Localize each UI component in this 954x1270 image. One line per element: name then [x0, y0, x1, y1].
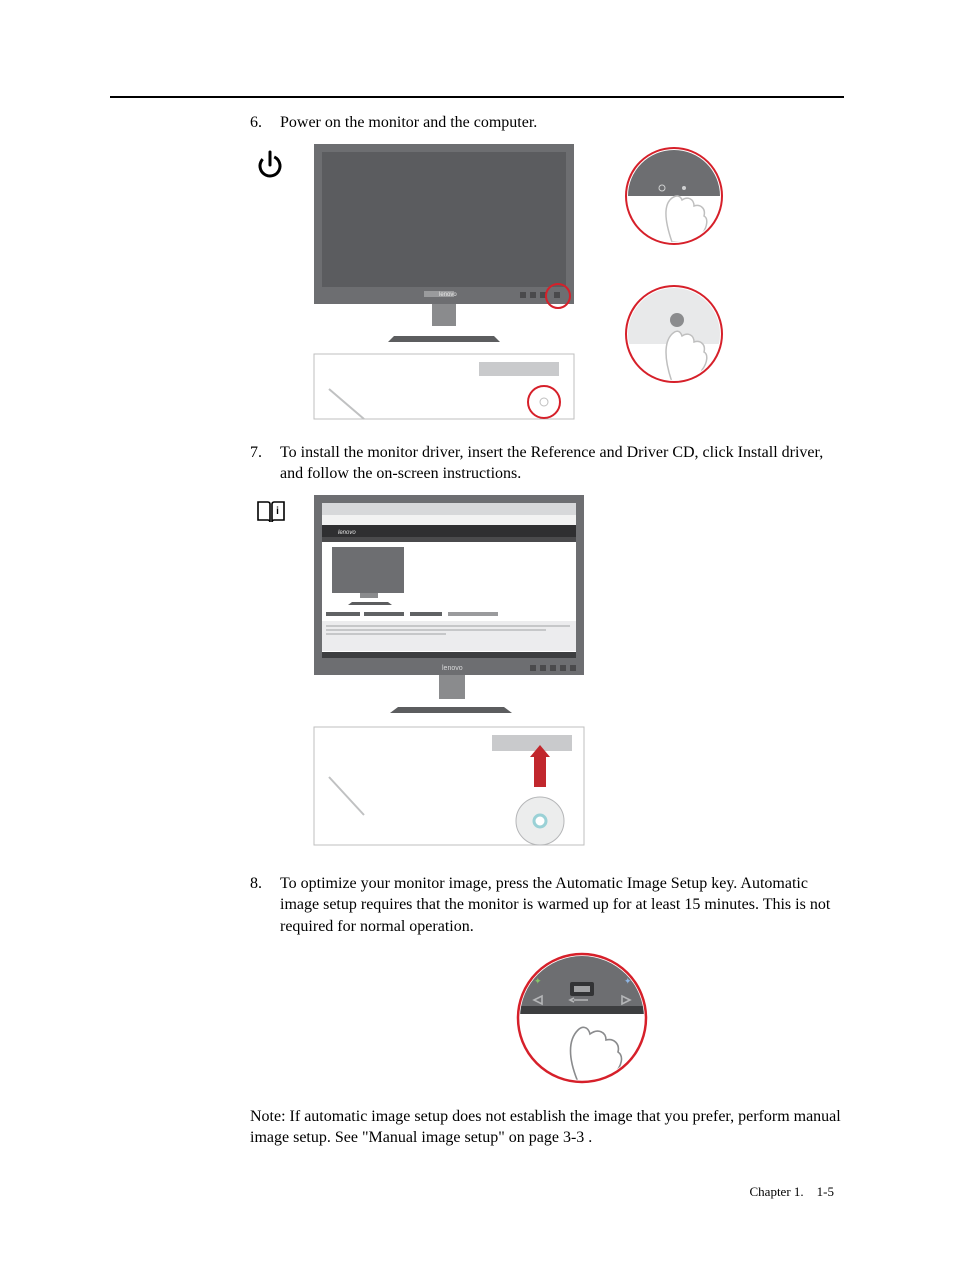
step-7-number: 7.: [250, 442, 280, 485]
figure-step-8: ✦ ✦: [320, 948, 844, 1088]
brand-label: lenovo: [439, 292, 457, 298]
figure-step-7: i lenovo: [250, 495, 844, 855]
footer-chapter: Chapter 1.: [750, 1184, 804, 1199]
figure-7-svg-wrap: lenovo lenovo: [304, 495, 594, 855]
bezel-brand-label: lenovo: [442, 665, 463, 672]
step-8-text: To optimize your monitor image, press th…: [280, 873, 844, 938]
header-rule: [110, 96, 844, 98]
step-7-text: To install the monitor driver, insert th…: [280, 442, 844, 485]
note-paragraph: Note: If automatic image setup does not …: [250, 1106, 844, 1149]
figure-step-6: lenovo: [250, 144, 844, 424]
footer-page: 1-5: [817, 1184, 834, 1199]
step-6: 6. Power on the monitor and the computer…: [250, 112, 844, 134]
power-icon: [250, 144, 286, 180]
step-8-number: 8.: [250, 873, 280, 938]
step-7: 7. To install the monitor driver, insert…: [250, 442, 844, 485]
manual-icon: i: [250, 495, 286, 525]
step-6-number: 6.: [250, 112, 280, 134]
auto-image-setup-icon: ✦ ✦: [512, 948, 652, 1088]
screen-brand-label: lenovo: [338, 530, 356, 536]
svg-text:i: i: [276, 506, 279, 517]
figure-6-svg-wrap: lenovo: [304, 144, 744, 424]
page-footer: Chapter 1. 1-5: [750, 1184, 835, 1200]
step-8: 8. To optimize your monitor image, press…: [250, 873, 844, 938]
svg-text:✦: ✦: [534, 976, 542, 986]
step-6-text: Power on the monitor and the computer.: [280, 112, 844, 134]
